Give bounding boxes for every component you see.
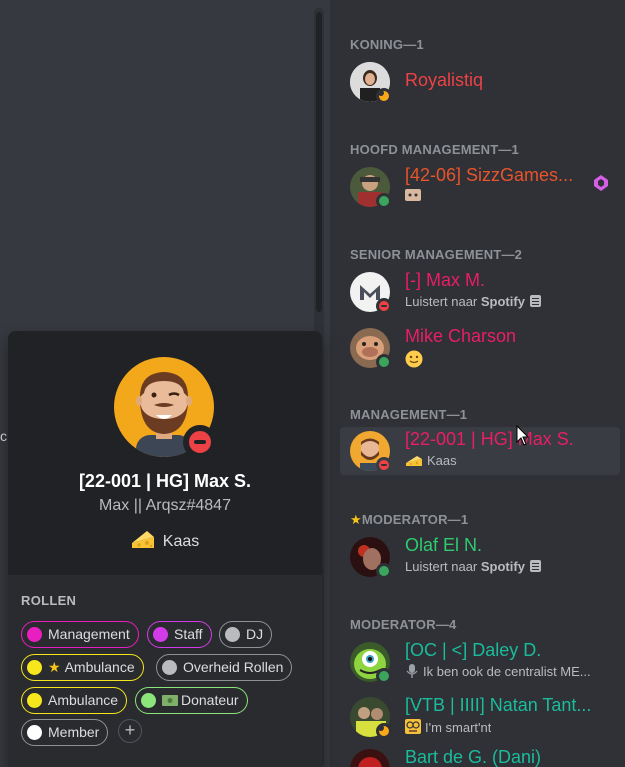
profile-status-dnd-icon [183, 425, 217, 459]
nerd-emoji-icon [405, 719, 421, 734]
member-mike-charson[interactable]: Mike Charson [340, 324, 620, 372]
member-name: [VTB | IIII] Natan Tant... [405, 695, 592, 715]
group-header-moderator-4: MODERATOR—4 [350, 617, 457, 632]
server-boost-icon [594, 175, 608, 191]
status-online-icon [376, 354, 392, 370]
role-overheid-rollen[interactable]: Overheid Rollen [156, 654, 293, 681]
activity-app: Spotify [480, 559, 525, 574]
status-dnd-icon [376, 457, 392, 473]
member-activity: Luistert naar Spotify [405, 559, 541, 574]
member-name: [-] Max M. [405, 270, 485, 290]
member-name: [22-001 | HG] Max S. [405, 429, 574, 449]
member-custom-status: I'm smart'nt [405, 719, 491, 735]
chat-text-fragment: c [0, 428, 7, 444]
microphone-emoji-icon [406, 664, 418, 678]
status-idle-icon [376, 88, 392, 104]
role-management[interactable]: Management [21, 621, 139, 648]
rich-presence-icon [529, 560, 541, 572]
role-color-dot[interactable] [27, 693, 42, 708]
role-color-dot[interactable] [153, 627, 168, 642]
member-natan[interactable]: [VTB | IIII] Natan Tant... I'm smart'nt [340, 693, 620, 741]
mouse-cursor-icon [516, 425, 530, 446]
member-name: [42-06] SizzGames... [405, 165, 574, 185]
member-name: [OC | <] Daley D. [405, 640, 542, 660]
member-royalistiq[interactable]: Royalistiq [340, 58, 620, 106]
member-custom-status: Kaas [405, 453, 457, 468]
member-name: Olaf El N. [405, 535, 483, 555]
member-max-s[interactable]: [22-001 | HG] Max S. Kaas [340, 427, 620, 475]
role-label: Overheid Rollen [183, 659, 284, 675]
member-emoji-status [405, 189, 421, 204]
profile-username-tag: Max || Arqsz#4847 [99, 497, 231, 514]
slight-smile-emoji-icon [405, 350, 423, 368]
add-role-button[interactable]: + [118, 719, 142, 743]
member-emoji-status [405, 350, 423, 371]
cat-emoji-icon [405, 189, 421, 201]
status-online-icon [376, 563, 392, 579]
roles-title: ROLLEN [21, 593, 77, 608]
role-ambulance[interactable]: Ambulance [21, 687, 128, 714]
role-color-dot[interactable] [162, 660, 177, 675]
status-idle-icon [376, 723, 392, 739]
role-label: Ambulance [64, 659, 135, 675]
money-emoji-icon [162, 695, 178, 706]
profile-display-name: [22-001 | HG] Max S. [78, 471, 252, 491]
custom-status-text: Kaas [162, 533, 200, 550]
role-dj[interactable]: DJ [219, 621, 273, 648]
role-label: Management [48, 626, 130, 642]
profile-custom-status: Kaas [8, 529, 322, 551]
cheese-emoji-icon [406, 456, 422, 466]
group-label: MODERATOR—1 [361, 512, 469, 527]
role-donateur[interactable]: Donateur [135, 687, 248, 714]
group-header-koning: KONING—1 [350, 37, 424, 52]
star-icon: ★ [48, 659, 61, 675]
rich-presence-icon [529, 295, 541, 307]
custom-status-text: I'm smart'nt [425, 720, 492, 735]
cheese-emoji-icon [131, 531, 154, 548]
member-activity: Luistert naar Spotify [405, 294, 541, 309]
role-member[interactable]: Member [21, 719, 109, 746]
role-label: Staff [174, 626, 203, 642]
status-online-icon [376, 668, 392, 684]
role-staff[interactable]: Staff [147, 621, 212, 648]
role-label: Donateur [181, 692, 239, 708]
group-header-management: MANAGEMENT—1 [350, 407, 468, 422]
role-color-dot[interactable] [141, 693, 156, 708]
member-bart[interactable]: Bart de G. (Dani) [340, 745, 620, 767]
member-daley[interactable]: [OC | <] Daley D. Ik ben ook de centrali… [340, 638, 620, 686]
activity-prefix: Luistert naar [405, 559, 481, 574]
status-online-icon [376, 193, 392, 209]
custom-status-text: Kaas [427, 453, 457, 468]
member-max-m[interactable]: [-] Max M. Luistert naar Spotify [340, 268, 620, 316]
member-custom-status: Ik ben ook de centralist ME... [405, 664, 591, 679]
star-icon: ★ [350, 512, 362, 527]
member-name: Royalistiq [405, 70, 484, 90]
member-olaf[interactable]: Olaf El N. Luistert naar Spotify [340, 533, 620, 581]
status-dnd-icon [376, 298, 392, 314]
avatar [350, 749, 390, 767]
profile-popout: [22-001 | HG] Max S. Max || Arqsz#4847 K… [8, 331, 322, 767]
role-label: DJ [246, 626, 264, 642]
group-header-senior-management: SENIOR MANAGEMENT—2 [350, 247, 523, 262]
member-name: Bart de G. (Dani) [405, 747, 542, 767]
role-label: Ambulance [48, 692, 119, 708]
group-header-hoofd-management: HOOFD MANAGEMENT—1 [350, 142, 519, 157]
chat-scrollbar-thumb[interactable] [316, 12, 322, 312]
role-color-dot[interactable] [225, 627, 240, 642]
role-color-dot[interactable] [27, 627, 42, 642]
member-name: Mike Charson [405, 326, 517, 346]
member-sizzgames[interactable]: [42-06] SizzGames... [340, 163, 620, 211]
group-header-moderator: ★MODERATOR—1 [350, 512, 468, 528]
role-color-dot[interactable] [27, 660, 42, 675]
role-label: Member [48, 724, 100, 740]
role-color-dot[interactable] [27, 725, 42, 740]
custom-status-text: Ik ben ook de centralist ME... [423, 664, 591, 679]
activity-app: Spotify [480, 294, 525, 309]
role-ambulance-star[interactable]: ★ Ambulance [21, 654, 144, 681]
activity-prefix: Luistert naar [405, 294, 481, 309]
